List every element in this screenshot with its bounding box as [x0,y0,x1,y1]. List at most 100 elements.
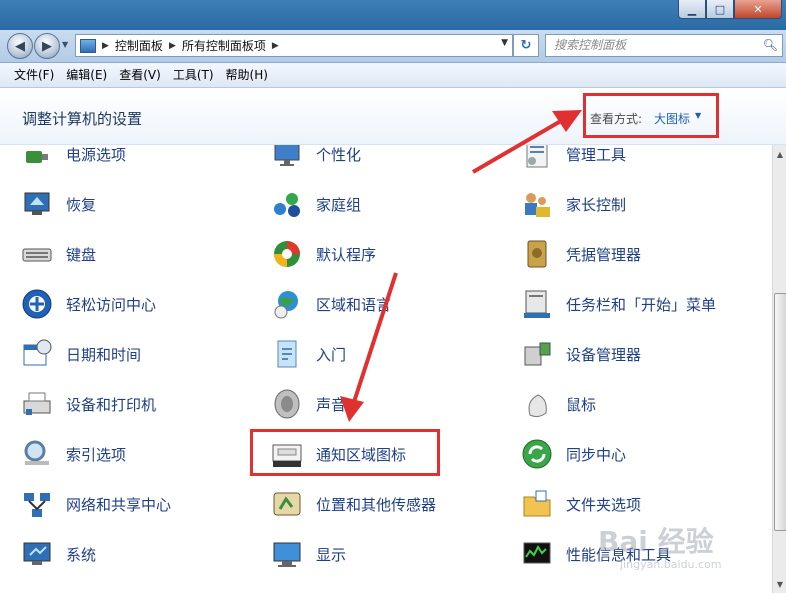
vertical-scrollbar[interactable]: ▲ ▼ [772,145,786,593]
keyboard-icon[interactable] [20,237,54,271]
control-panel-item-label[interactable]: 网络和共享中心 [66,494,171,515]
menu-edit[interactable]: 编辑(E) [60,63,113,87]
control-panel-item[interactable]: 管理工具 [520,145,770,179]
personalization-icon[interactable] [270,145,304,171]
close-button[interactable]: ✕ [734,0,782,19]
control-panel-item[interactable]: 默认程序 [270,229,520,279]
sync-center-icon[interactable] [520,437,554,471]
control-panel-item[interactable]: 入门 [270,329,520,379]
control-panel-item-label[interactable]: 键盘 [66,244,96,265]
control-panel-item-label[interactable]: 家长控制 [566,194,626,215]
control-panel-item-label[interactable]: 日期和时间 [66,344,141,365]
forward-button[interactable]: ▶ [34,33,60,59]
recovery-icon[interactable] [20,187,54,221]
control-panel-item[interactable]: 日期和时间 [20,329,270,379]
maximize-button[interactable]: □ [706,0,734,19]
control-panel-item[interactable]: 设备和打印机 [20,379,270,429]
control-panel-item[interactable]: 家长控制 [520,179,770,229]
control-panel-item[interactable]: 设备管理器 [520,329,770,379]
control-panel-item-label[interactable]: 鼠标 [566,394,596,415]
control-panel-item[interactable]: 位置和其他传感器 [270,479,520,529]
control-panel-item-label[interactable]: 设备和打印机 [66,394,156,415]
control-panel-item[interactable]: 显示 [270,529,520,579]
control-panel-item[interactable]: 系统 [20,529,270,579]
breadcrumb-all-items[interactable]: 所有控制面板项 [182,37,266,54]
parental-controls-icon[interactable] [520,187,554,221]
menu-file[interactable]: 文件(F) [8,63,60,87]
control-panel-item-label[interactable]: 文件夹选项 [566,494,641,515]
system-icon[interactable] [20,537,54,571]
breadcrumb-separator-icon[interactable]: ▶ [169,41,176,51]
search-input[interactable] [546,35,759,54]
breadcrumb-control-panel[interactable]: 控制面板 [115,37,163,54]
control-panel-item-label[interactable]: 任务栏和「开始」菜单 [566,294,716,315]
scroll-up-icon[interactable]: ▲ [773,147,786,161]
control-panel-item-label[interactable]: 区域和语言 [316,294,391,315]
chevron-down-icon[interactable]: ▼ [695,111,701,120]
control-panel-item-label[interactable]: 轻松访问中心 [66,294,156,315]
sound-icon[interactable] [270,387,304,421]
view-by-dropdown[interactable]: 大图标 [654,110,690,127]
control-panel-item-label[interactable]: 同步中心 [566,444,626,465]
control-panel-item[interactable]: 区域和语言 [270,279,520,329]
breadcrumb-separator-icon[interactable]: ▶ [272,41,279,51]
control-panel-item[interactable]: 索引选项 [20,429,270,479]
breadcrumb-separator-icon[interactable]: ▶ [102,41,109,51]
control-panel-item[interactable]: 网络和共享中心 [20,479,270,529]
control-panel-item-label[interactable]: 入门 [316,344,346,365]
control-panel-item[interactable]: 同步中心 [520,429,770,479]
device-manager-icon[interactable] [520,337,554,371]
network-sharing-icon[interactable] [20,487,54,521]
control-panel-item[interactable]: 鼠标 [520,379,770,429]
menu-help[interactable]: 帮助(H) [220,63,274,87]
performance-icon[interactable] [520,537,554,571]
control-panel-item-label[interactable]: 声音 [316,394,346,415]
credential-manager-icon[interactable] [520,237,554,271]
control-panel-item-label[interactable]: 凭据管理器 [566,244,641,265]
control-panel-item-label[interactable]: 家庭组 [316,194,361,215]
address-dropdown-icon[interactable]: ▼ [501,38,508,48]
control-panel-item[interactable]: 任务栏和「开始」菜单 [520,279,770,329]
region-language-icon[interactable] [270,287,304,321]
control-panel-item-label[interactable]: 系统 [66,544,96,565]
taskbar-start-menu-icon[interactable] [520,287,554,321]
control-panel-item-label[interactable]: 恢复 [66,194,96,215]
homegroup-icon[interactable] [270,187,304,221]
minimize-button[interactable]: ▁ [678,0,706,19]
menu-tools[interactable]: 工具(T) [167,63,220,87]
date-time-icon[interactable] [20,337,54,371]
scroll-down-icon[interactable]: ▼ [773,577,786,591]
power-options-icon[interactable] [20,145,54,171]
back-button[interactable]: ◀ [7,33,33,59]
control-panel-item-label[interactable]: 设备管理器 [566,344,641,365]
control-panel-item[interactable]: 电源选项 [20,145,270,179]
ease-of-access-icon[interactable] [20,287,54,321]
folder-options-icon[interactable] [520,487,554,521]
location-sensors-icon[interactable] [270,487,304,521]
control-panel-item[interactable]: 凭据管理器 [520,229,770,279]
control-panel-item-label[interactable]: 位置和其他传感器 [316,494,436,515]
admin-tools-icon[interactable] [520,145,554,171]
control-panel-item[interactable]: 声音 [270,379,520,429]
refresh-button[interactable]: ↻ [513,34,539,57]
control-panel-item-label[interactable]: 个性化 [316,145,361,165]
display-icon[interactable] [270,537,304,571]
scrollbar-thumb[interactable] [774,293,786,531]
control-panel-item[interactable]: 轻松访问中心 [20,279,270,329]
control-panel-item[interactable]: 恢复 [20,179,270,229]
control-panel-item-label[interactable]: 显示 [316,544,346,565]
control-panel-item[interactable]: 键盘 [20,229,270,279]
search-box[interactable]: 🔍︎ [545,34,783,57]
control-panel-item-label[interactable]: 默认程序 [316,244,376,265]
search-icon[interactable]: 🔍︎ [763,38,778,52]
getting-started-icon[interactable] [270,337,304,371]
control-panel-item-label[interactable]: 管理工具 [566,145,626,165]
devices-printers-icon[interactable] [20,387,54,421]
default-programs-icon[interactable] [270,237,304,271]
mouse-icon[interactable] [520,387,554,421]
control-panel-item[interactable]: 个性化 [270,145,520,179]
menu-view[interactable]: 查看(V) [113,63,167,87]
control-panel-item[interactable]: 家庭组 [270,179,520,229]
indexing-options-icon[interactable] [20,437,54,471]
address-bar[interactable]: ▶ 控制面板 ▶ 所有控制面板项 ▶ ▼ [75,34,513,57]
